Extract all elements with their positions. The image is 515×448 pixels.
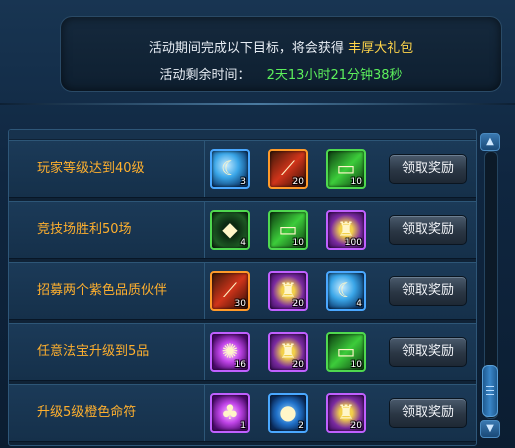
task-row: 招募两个紫色品质伙伴 ⟋ 30 ♜ 20 ☾ 4 领取奖励	[9, 262, 476, 320]
claim-reward-button[interactable]: 领取奖励	[389, 276, 467, 306]
claim-reward-button[interactable]: 领取奖励	[389, 215, 467, 245]
scroll-down-button[interactable]: ▼	[480, 420, 500, 438]
event-description: 活动期间完成以下目标，将会获得 丰厚大礼包	[61, 37, 501, 56]
reward-item[interactable]: ♜ 20	[326, 393, 366, 433]
reward-item[interactable]: ♜ 20	[268, 271, 308, 311]
scrollbar[interactable]: ▲ ▼	[480, 133, 500, 438]
event-panel: 活动期间完成以下目标，将会获得 丰厚大礼包 活动剩余时间： 2天13小时21分钟…	[0, 0, 515, 448]
task-row: 任意法宝升级到5品 ✺ 16 ♜ 20 ▭ 10 领取奖励	[9, 323, 476, 381]
event-timer: 活动剩余时间： 2天13小时21分钟38秒	[61, 64, 501, 83]
task-list: 玩家等级达到40级 ☾ 3 ⟋ 20 ▭ 10 领取奖励 竞技场胜利50场 ◆ 4 ▭ 10 ♜ 100 领取…	[8, 129, 477, 446]
reward-count: 4	[240, 238, 246, 248]
timer-label: 活动剩余时间：	[159, 68, 251, 83]
task-label: 任意法宝升级到5品	[9, 324, 205, 380]
description-text: 活动期间完成以下目标，将会获得	[148, 41, 344, 56]
claim-reward-button[interactable]: 领取奖励	[389, 154, 467, 184]
task-label: 玩家等级达到40级	[9, 141, 205, 197]
reward-count: 20	[350, 421, 362, 431]
reward-count: 10	[350, 177, 362, 187]
reward-item[interactable]: ☾ 4	[326, 271, 366, 311]
event-info-box: 活动期间完成以下目标，将会获得 丰厚大礼包 活动剩余时间： 2天13小时21分钟…	[60, 16, 502, 92]
list-header-strip	[9, 130, 476, 139]
task-row: 玩家等级达到40级 ☾ 3 ⟋ 20 ▭ 10 领取奖励	[9, 140, 476, 198]
reward-count: 4	[356, 299, 362, 309]
reward-item[interactable]: ♜ 20	[268, 332, 308, 372]
reward-count: 10	[292, 238, 304, 248]
timer-value: 2天13小时21分钟38秒	[266, 68, 403, 83]
scroll-thumb[interactable]	[482, 365, 498, 417]
divider	[0, 103, 515, 105]
reward-item[interactable]: ● 2	[268, 393, 308, 433]
claim-reward-button[interactable]: 领取奖励	[389, 337, 467, 367]
reward-count: 100	[344, 238, 362, 248]
reward-highlight: 丰厚大礼包	[348, 41, 414, 56]
reward-item[interactable]: ▭ 10	[326, 332, 366, 372]
reward-item[interactable]: ⟋ 20	[268, 149, 308, 189]
task-row: 竞技场胜利50场 ◆ 4 ▭ 10 ♜ 100 领取奖励	[9, 201, 476, 259]
reward-count: 20	[292, 177, 304, 187]
reward-item[interactable]: ⟋ 30	[210, 271, 250, 311]
reward-count: 16	[234, 360, 246, 370]
reward-item[interactable]: ♣ 1	[210, 393, 250, 433]
reward-item[interactable]: ▭ 10	[268, 210, 308, 250]
reward-item[interactable]: ♜ 100	[326, 210, 366, 250]
task-label: 升级5级橙色命符	[9, 385, 205, 441]
task-label: 竞技场胜利50场	[9, 202, 205, 258]
reward-item[interactable]: ◆ 4	[210, 210, 250, 250]
grip-line	[486, 386, 494, 387]
reward-count: 20	[292, 299, 304, 309]
reward-count: 2	[298, 421, 304, 431]
task-label: 招募两个紫色品质伙伴	[9, 263, 205, 319]
reward-count: 3	[240, 177, 246, 187]
grip-line	[486, 390, 494, 391]
task-row: 升级5级橙色命符 ♣ 1 ● 2 ♜ 20 领取奖励	[9, 384, 476, 442]
reward-count: 1	[240, 421, 246, 431]
reward-count: 10	[350, 360, 362, 370]
claim-reward-button[interactable]: 领取奖励	[389, 398, 467, 428]
reward-count: 20	[292, 360, 304, 370]
grip-line	[486, 394, 494, 395]
reward-count: 30	[234, 299, 246, 309]
reward-item[interactable]: ✺ 16	[210, 332, 250, 372]
scroll-up-button[interactable]: ▲	[480, 133, 500, 151]
reward-item[interactable]: ▭ 10	[326, 149, 366, 189]
reward-item[interactable]: ☾ 3	[210, 149, 250, 189]
